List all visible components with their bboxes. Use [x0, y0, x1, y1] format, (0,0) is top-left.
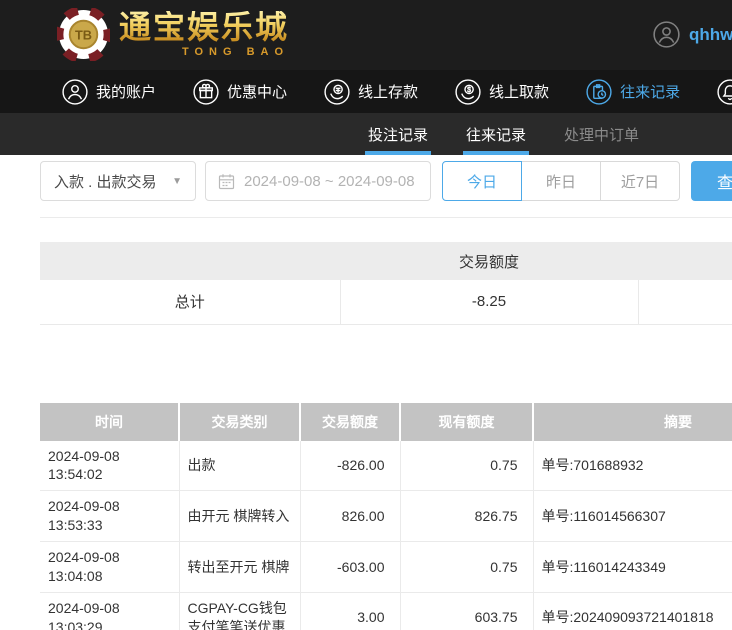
quick-yesterday-button[interactable]: 昨日 — [521, 161, 601, 201]
user-account[interactable]: qhhw. — [653, 21, 732, 48]
cell-balance: 603.75 — [400, 592, 533, 630]
username: qhhw. — [689, 25, 732, 45]
cell-amount: -826.00 — [300, 441, 400, 491]
summary-total-value: -8.25 — [340, 280, 638, 324]
summary-table: 交易额度 总计 -8.25 — [40, 242, 732, 325]
nav-item-my-account[interactable]: 我的账户 — [62, 79, 156, 105]
date-range-input[interactable]: 2024-09-08 ~ 2024-09-08 — [205, 161, 431, 201]
summary-header-empty — [638, 242, 732, 280]
cell-memo: 单号:116014566307 — [533, 491, 732, 542]
gift-icon — [193, 79, 219, 105]
summary-header-row: 交易额度 — [40, 242, 732, 280]
cell-type: 出款 — [179, 441, 300, 491]
svg-text:$: $ — [467, 86, 471, 93]
withdraw-icon: $ — [455, 79, 481, 105]
nav-item-promotions[interactable]: 优惠中心 — [193, 79, 287, 105]
bell-icon — [717, 79, 732, 105]
chevron-down-icon: ▼ — [172, 176, 182, 187]
nav-item-deposit[interactable]: 线上存款 — [324, 79, 418, 105]
brand-subtitle: TONG BAO — [119, 46, 289, 58]
table-row: 2024-09-08 13:04:08 转出至开元 棋牌 -603.00 0.7… — [40, 542, 732, 593]
cell-amount: -603.00 — [300, 542, 400, 593]
brand-logo[interactable]: TB 通宝娱乐城 TONG BAO — [57, 8, 289, 61]
brand-title: 通宝娱乐城 — [119, 11, 289, 45]
tab-label: 处理中订单 — [564, 124, 639, 145]
quick-today-button[interactable]: 今日 — [442, 161, 522, 201]
tab-label: 往来记录 — [466, 124, 526, 145]
cell-type: 由开元 棋牌转入 — [179, 491, 300, 542]
summary-empty-cell — [638, 280, 732, 324]
table-row: 2024-09-08 13:53:33 由开元 棋牌转入 826.00 826.… — [40, 491, 732, 542]
avatar-icon — [653, 21, 680, 48]
cell-type: 转出至开元 棋牌 — [179, 542, 300, 593]
transactions-table: 时间 交易类别 交易额度 现有额度 摘要 2024-09-08 13:54:02… — [40, 403, 732, 630]
cell-time: 2024-09-08 13:04:08 — [40, 542, 179, 593]
sub-nav: 投注记录 往来记录 处理中订单 — [0, 113, 732, 155]
filter-divider — [40, 217, 732, 218]
cell-time: 2024-09-08 13:54:02 — [40, 441, 179, 491]
tab-pending-orders[interactable]: 处理中订单 — [561, 113, 642, 155]
cell-amount: 826.00 — [300, 491, 400, 542]
date-range-value: 2024-09-08 ~ 2024-09-08 — [244, 173, 415, 190]
col-header-memo: 摘要 — [533, 403, 732, 441]
col-header-type: 交易类别 — [179, 403, 300, 441]
deposit-icon — [324, 79, 350, 105]
summary-total-label: 总计 — [40, 280, 340, 324]
nav-item-label: 我的账户 — [96, 81, 156, 102]
quick-last7days-button[interactable]: 近7日 — [600, 161, 680, 201]
main-nav: 我的账户 优惠中心 线上存款 $ 线上取款 往来记录 信息 — [0, 70, 732, 113]
svg-text:TB: TB — [75, 27, 92, 42]
summary-total-row: 总计 -8.25 — [40, 280, 732, 324]
top-header: TB 通宝娱乐城 TONG BAO qhhw. — [0, 0, 732, 70]
records-icon — [586, 79, 612, 105]
nav-item-withdraw[interactable]: $ 线上取款 — [455, 79, 549, 105]
calendar-icon — [218, 173, 235, 190]
table-row: 2024-09-08 13:54:02 出款 -826.00 0.75 单号:7… — [40, 441, 732, 491]
casino-chip-icon: TB — [57, 8, 110, 61]
summary-header-empty — [40, 242, 340, 280]
nav-item-label: 线上存款 — [358, 81, 418, 102]
table-row: 2024-09-08 13:03:29 CGPAY-CG钱包支付笔笔送优惠 3.… — [40, 592, 732, 630]
cell-balance: 826.75 — [400, 491, 533, 542]
cell-memo: 单号:202409093721401818 — [533, 592, 732, 630]
col-header-amount: 交易额度 — [300, 403, 400, 441]
col-header-time: 时间 — [40, 403, 179, 441]
tab-transaction-records[interactable]: 往来记录 — [463, 113, 529, 155]
brand-text: 通宝娱乐城 TONG BAO — [119, 11, 289, 58]
cell-time: 2024-09-08 13:03:29 — [40, 592, 179, 630]
nav-item-label: 优惠中心 — [227, 81, 287, 102]
col-header-balance: 现有额度 — [400, 403, 533, 441]
nav-item-label: 线上取款 — [489, 81, 549, 102]
cell-balance: 0.75 — [400, 542, 533, 593]
cell-time: 2024-09-08 13:53:33 — [40, 491, 179, 542]
cell-memo: 单号:701688932 — [533, 441, 732, 491]
nav-item-messages[interactable]: 信息 — [717, 79, 732, 105]
cell-balance: 0.75 — [400, 441, 533, 491]
transaction-type-value: 入款 . 出款交易 — [54, 171, 157, 192]
cell-amount: 3.00 — [300, 592, 400, 630]
cell-memo: 单号:116014243349 — [533, 542, 732, 593]
table-header-row: 时间 交易类别 交易额度 现有额度 摘要 — [40, 403, 732, 441]
cell-type: CGPAY-CG钱包支付笔笔送优惠 — [179, 592, 300, 630]
filter-bar: 入款 . 出款交易 ▼ 2024-09-08 ~ 2024-09-08 今日 昨… — [0, 155, 732, 218]
nav-item-transactions[interactable]: 往来记录 — [586, 79, 680, 105]
quick-range-group: 今日 昨日 近7日 — [442, 161, 680, 201]
tab-betting-records[interactable]: 投注记录 — [365, 113, 431, 155]
transaction-type-select[interactable]: 入款 . 出款交易 ▼ — [40, 161, 196, 201]
tab-label: 投注记录 — [368, 124, 428, 145]
search-button[interactable]: 查询 — [691, 161, 732, 201]
summary-header-amount: 交易额度 — [340, 242, 638, 280]
nav-item-label: 往来记录 — [620, 81, 680, 102]
user-icon — [62, 79, 88, 105]
